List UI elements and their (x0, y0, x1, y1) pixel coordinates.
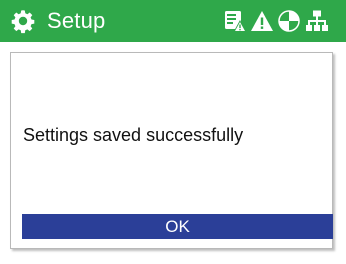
warning-icon (251, 11, 273, 31)
page-title: Setup (47, 8, 106, 33)
settings-warning-icon (225, 11, 247, 32)
title-bar: Setup (0, 0, 346, 42)
screen: Setup Settings saved successfully OK (0, 0, 346, 264)
ok-button[interactable]: OK (22, 214, 333, 239)
message-dialog: Settings saved successfully OK (10, 52, 333, 249)
gear-icon (11, 10, 35, 34)
dialog-message: Settings saved successfully (23, 125, 244, 145)
pie-chart-icon (278, 10, 300, 32)
network-icon (306, 10, 328, 31)
